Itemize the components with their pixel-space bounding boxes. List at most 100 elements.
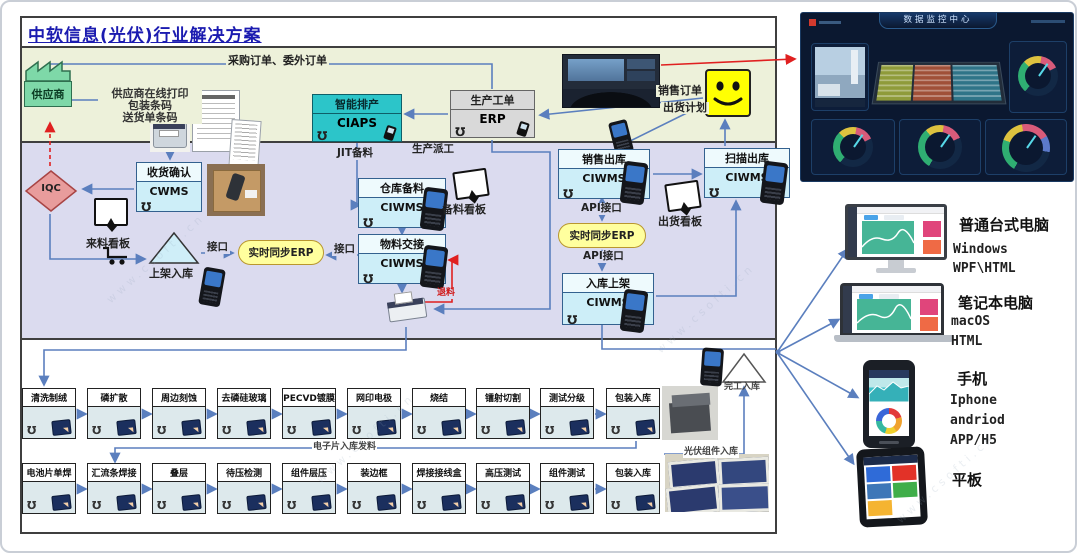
receiving-scan-photo bbox=[207, 164, 265, 216]
gauge bbox=[1018, 56, 1058, 96]
laptop-os: macOS bbox=[951, 314, 990, 329]
process-step-label: 烧结 bbox=[412, 388, 466, 407]
process-step: 组件测试℧ bbox=[540, 463, 594, 514]
solar-panels-photo bbox=[665, 454, 769, 512]
headset-icon: ℧ bbox=[317, 130, 327, 142]
erp-header: 生产工单 bbox=[451, 91, 534, 110]
dashboard-gauge-panel-1 bbox=[811, 119, 895, 175]
phone-name: 手机 bbox=[957, 368, 987, 389]
tablet-icon bbox=[569, 419, 589, 436]
headset-icon: ℧ bbox=[27, 500, 36, 511]
tablet-icon bbox=[376, 419, 396, 436]
process-step: 高压测试℧ bbox=[476, 463, 530, 514]
incoming-board-label: 来料看板 bbox=[86, 238, 130, 250]
laptop-tech: HTML bbox=[951, 334, 982, 349]
shelf-in-triangle bbox=[148, 231, 200, 265]
process-step-label: 镭射切割 bbox=[476, 388, 530, 407]
gauge bbox=[833, 127, 873, 167]
dashboard-gauge-panel-3 bbox=[985, 119, 1067, 175]
control-room-photo bbox=[562, 54, 660, 108]
process-step: 焊接接线盒℧ bbox=[412, 463, 466, 514]
barcode-doc-photo bbox=[228, 119, 261, 169]
headset-icon: ℧ bbox=[545, 500, 554, 511]
tablet-icon bbox=[51, 419, 71, 436]
process-step: 电池片单焊 ℧ bbox=[22, 463, 76, 514]
process-step: 待压检测℧ bbox=[217, 463, 271, 514]
cwms-label: CWMS bbox=[137, 185, 201, 198]
process-step-body: ℧ bbox=[347, 407, 401, 439]
prep-board-monitor bbox=[452, 168, 490, 200]
process-step-body: ℧ bbox=[476, 407, 530, 439]
process-step-body: ℧ bbox=[606, 482, 660, 514]
process-step-body: ℧ bbox=[606, 407, 660, 439]
process-step-body: ℧ bbox=[217, 407, 271, 439]
headset-icon: ℧ bbox=[363, 217, 373, 229]
return-material-label: 退料 bbox=[437, 289, 455, 299]
process-step-label: 周边刻蚀 bbox=[152, 388, 206, 407]
headset-icon: ℧ bbox=[567, 314, 577, 326]
headset-icon: ℧ bbox=[545, 425, 554, 436]
headset-icon: ℧ bbox=[352, 500, 361, 511]
tablet-icon bbox=[311, 494, 331, 511]
process-step: 网印电极℧ bbox=[347, 388, 401, 439]
receive-header: 收货确认 bbox=[137, 163, 201, 182]
iqc-label: IQC bbox=[24, 183, 78, 194]
headset-icon: ℧ bbox=[92, 425, 101, 436]
sales-order-label: 销售订单 bbox=[656, 85, 704, 97]
sync-erp-pill-left: 实时同步ERP bbox=[238, 240, 324, 265]
process-step: 组件层压℧ bbox=[282, 463, 336, 514]
process-step-body: ℧ bbox=[22, 407, 76, 439]
finish-inbound-triangle bbox=[721, 352, 767, 384]
dashboard-logo bbox=[809, 19, 816, 26]
tablet-icon bbox=[116, 494, 136, 511]
supplier-note: 供应商在线打印 包装条码 送货单条码 bbox=[98, 88, 202, 124]
factory-icon bbox=[24, 58, 72, 82]
incoming-board-monitor bbox=[94, 198, 128, 226]
tablet-icon bbox=[635, 494, 655, 511]
headset-icon: ℧ bbox=[287, 500, 296, 511]
handheld-photo bbox=[760, 161, 789, 206]
supplier-label: 供应商 bbox=[32, 86, 65, 102]
receive-confirm-box: 收货确认 CWMS ℧ bbox=[136, 162, 202, 212]
cell-feed-label: 电子片入库发料 bbox=[312, 443, 377, 453]
shelf-in-label: 上架入库 bbox=[149, 268, 193, 280]
api-top-label: API接口 bbox=[579, 203, 624, 215]
solution-diagram: 中软信息(光伏)行业解决方案 bbox=[0, 0, 1077, 553]
process-step-body: ℧ bbox=[87, 407, 141, 439]
headset-icon: ℧ bbox=[481, 500, 490, 511]
headset-icon: ℧ bbox=[141, 201, 151, 213]
phone-os1: Iphone bbox=[950, 393, 997, 408]
headset-icon: ℧ bbox=[611, 425, 620, 436]
dispatch-label: 生产派工 bbox=[410, 144, 456, 156]
process-step: 去磷硅玻璃℧ bbox=[217, 388, 271, 439]
process-step: 叠层℧ bbox=[152, 463, 206, 514]
tablet-icon bbox=[505, 419, 525, 436]
module-inbound-label: 光伏组件入库 bbox=[683, 448, 739, 458]
process-step-label: 电池片单焊 bbox=[22, 463, 76, 482]
process-step: 汇流条焊接℧ bbox=[87, 463, 141, 514]
process-step: PECVD镀膜℧ bbox=[282, 388, 336, 439]
headset-icon: ℧ bbox=[222, 425, 231, 436]
process-step: 磷扩散℧ bbox=[87, 388, 141, 439]
desktop-os: Windows bbox=[953, 242, 1008, 257]
headset-icon: ℧ bbox=[481, 425, 490, 436]
process-step-body: ℧ bbox=[87, 482, 141, 514]
laptop-screen bbox=[843, 286, 941, 333]
ship-plan-label: 出货计划 bbox=[661, 102, 709, 114]
process-step-body: ℧ bbox=[152, 482, 206, 514]
process-step-body: ℧ bbox=[217, 482, 271, 514]
process-step-body: ℧ bbox=[282, 407, 336, 439]
tablet-icon bbox=[181, 419, 201, 436]
iqc-diamond: IQC bbox=[24, 169, 78, 213]
process-step-body: ℧ bbox=[540, 407, 594, 439]
process-step-body: ℧ bbox=[476, 482, 530, 514]
sync-erp-pill-right: 实时同步ERP bbox=[558, 223, 646, 248]
headset-icon: ℧ bbox=[417, 500, 426, 511]
sync-erp-right-label: 实时同步ERP bbox=[570, 228, 635, 243]
process-step-label: 网印电极 bbox=[347, 388, 401, 407]
finish-inbound-label: 完工入库 bbox=[724, 383, 760, 393]
process-step: 清洗制绒℧ bbox=[22, 388, 76, 439]
process-step-label: PECVD镀膜 bbox=[282, 388, 336, 407]
process-step-body: ℧ bbox=[347, 482, 401, 514]
process-step-body: ℧ bbox=[412, 482, 466, 514]
